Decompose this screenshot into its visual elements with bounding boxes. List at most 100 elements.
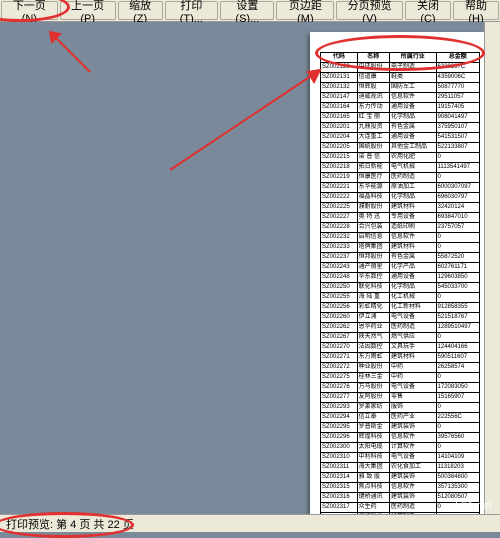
table-cell: 通用设备	[389, 133, 436, 143]
table-cell: SZ002218	[321, 163, 358, 173]
table-cell: 建筑材料	[389, 243, 436, 253]
table-cell: SZ002243	[321, 263, 358, 273]
table-cell: 雅 致 股	[357, 473, 389, 483]
table-cell: SZ002132	[321, 83, 358, 93]
table-cell: 0	[436, 503, 479, 513]
table-row: SZ002262恩华药业医药制造1289510497	[321, 323, 480, 333]
table-cell: 0	[436, 373, 479, 383]
table-cell: 15165907	[436, 393, 479, 403]
table-row: SZ002225濮耐股份建筑材料32420124	[321, 203, 480, 213]
table-cell: 医药制造	[389, 503, 436, 513]
table-cell: 通用设备	[389, 103, 436, 113]
next-page-button[interactable]: 下一页(N)	[1, 1, 58, 20]
margins-button[interactable]: 页边距(M)	[276, 1, 334, 20]
table-cell: 化学制品	[389, 283, 436, 293]
table-row: SZ002296辉煌科技信息软件39576560	[321, 433, 480, 443]
table-row: SZ002233塔牌集团建筑材料0	[321, 243, 480, 253]
table-cell: 信息软件	[389, 433, 436, 443]
table-cell: SZ002296	[321, 433, 358, 443]
table-cell: SZ002165	[321, 113, 358, 123]
table-cell: 国防军工	[389, 83, 436, 93]
table-cell: 建筑材料	[389, 203, 436, 213]
table-cell: 恒邦股份	[357, 253, 389, 263]
vertical-scrollbar[interactable]	[484, 22, 500, 514]
table-cell: 522133807	[436, 143, 479, 153]
table-cell: 众生药	[357, 503, 389, 513]
table-row: SZ002293罗莱家纺服饰0	[321, 403, 480, 413]
table-cell: SZ002227	[321, 213, 358, 223]
table-cell: SZ002250	[321, 283, 358, 293]
status-bar: 打印预览: 第 4 页 共 22 页	[0, 514, 500, 532]
table-row: SZ002310中利科技电气设备14104109	[321, 453, 480, 463]
table-row: SZ002300太阳电缆计算软件0	[321, 443, 480, 453]
table-cell: 红 宝 丽	[357, 113, 389, 123]
table-cell: 0	[436, 153, 479, 163]
table-cell: 东华能源	[357, 183, 389, 193]
table-cell: 55872520	[436, 253, 479, 263]
table-row: SZ002232启明信息信息软件0	[321, 233, 480, 243]
table-cell: SZ002262	[321, 323, 358, 333]
table-row: SZ002315焦点科技信息软件357135300	[321, 483, 480, 493]
table-cell: 中药	[389, 363, 436, 373]
zoom-button[interactable]: 缩放(Z)	[118, 1, 163, 20]
table-cell: 电气设备	[389, 383, 436, 393]
preview-area: 代码名称所属行业总金额 SZ002129中环股份电子制造6320297CSZ00…	[0, 22, 500, 514]
table-cell: 医药制造	[389, 323, 436, 333]
close-button[interactable]: 关闭(C)	[405, 1, 451, 20]
setup-button[interactable]: 设置(S)...	[220, 1, 274, 20]
prev-page-button[interactable]: 上一页(P)	[60, 1, 116, 20]
table-cell: 化学产品	[389, 263, 436, 273]
table-cell: 1289510497	[436, 323, 479, 333]
table-cell: SZ002219	[321, 173, 358, 183]
table-cell: 375950107	[436, 123, 479, 133]
table-cell: 种业股份	[357, 363, 389, 373]
table-cell: 357135300	[436, 483, 479, 493]
table-cell: SZ002317	[321, 503, 358, 513]
table-cell: 燃气供应	[389, 333, 436, 343]
table-cell: 彩虹精化	[357, 303, 389, 313]
table-cell: SZ002294	[321, 413, 358, 423]
table-cell: 信息软件	[389, 93, 436, 103]
table-cell: 启明信息	[357, 233, 389, 243]
table-cell: 合兴包装	[357, 223, 389, 233]
table-row: SZ002295罗普斯金建筑装饰0	[321, 423, 480, 433]
help-button[interactable]: 帮助(H)	[453, 1, 499, 20]
table-cell: SZ002272	[321, 363, 358, 373]
table-cell: 焦点科技	[357, 483, 389, 493]
pagebreak-preview-button[interactable]: 分页预览(V)	[336, 1, 403, 20]
table-row: SZ002221东华能源原油加工6000307097	[321, 183, 480, 193]
table-cell: SZ002277	[321, 393, 358, 403]
table-cell: SZ002310	[321, 453, 358, 463]
table-cell: 0	[436, 423, 479, 433]
table-cell: 恒辉股	[357, 83, 389, 93]
table-cell: 陕天然气	[357, 333, 389, 343]
table-row: SZ002277友阿股份零售15165907	[321, 393, 480, 403]
table-cell: 693847010	[436, 213, 479, 223]
table-cell: 恒康医疗	[357, 173, 389, 183]
table-cell: 0	[436, 403, 479, 413]
table-cell: 19157405	[436, 103, 479, 113]
table-cell: 4359006C	[436, 73, 479, 83]
print-button[interactable]: 打印(T)...	[165, 1, 219, 20]
table-cell: 0	[436, 173, 479, 183]
table-cell: SZ002300	[321, 443, 358, 453]
table-cell: 602761171	[436, 263, 479, 273]
table-row: SZ002164东力传动通用设备19157405	[321, 103, 480, 113]
table-cell: 信立泰	[357, 413, 389, 423]
table-row: SZ002267陕天然气燃气供应0	[321, 333, 480, 343]
table-cell: 545033700	[436, 283, 479, 293]
table-cell: 造纸印刷	[389, 223, 436, 233]
table-cell: 桂林三金	[357, 373, 389, 383]
table-cell: SZ002267	[321, 333, 358, 343]
table-cell: SZ002271	[321, 353, 358, 363]
table-cell: 其他金工制品	[389, 143, 436, 153]
table-cell: 伊立浦	[357, 313, 389, 323]
table-cell: 521518767	[436, 313, 479, 323]
table-row: SZ002317众生药医药制造0	[321, 503, 480, 513]
table-cell: 172083050	[436, 383, 479, 393]
table-cell: SZ002316	[321, 493, 358, 503]
table-cell: 濮耐股份	[357, 203, 389, 213]
table-cell: 129603850	[436, 273, 479, 283]
table-cell: 电气机械	[389, 163, 436, 173]
table-cell: 590511607	[436, 353, 479, 363]
